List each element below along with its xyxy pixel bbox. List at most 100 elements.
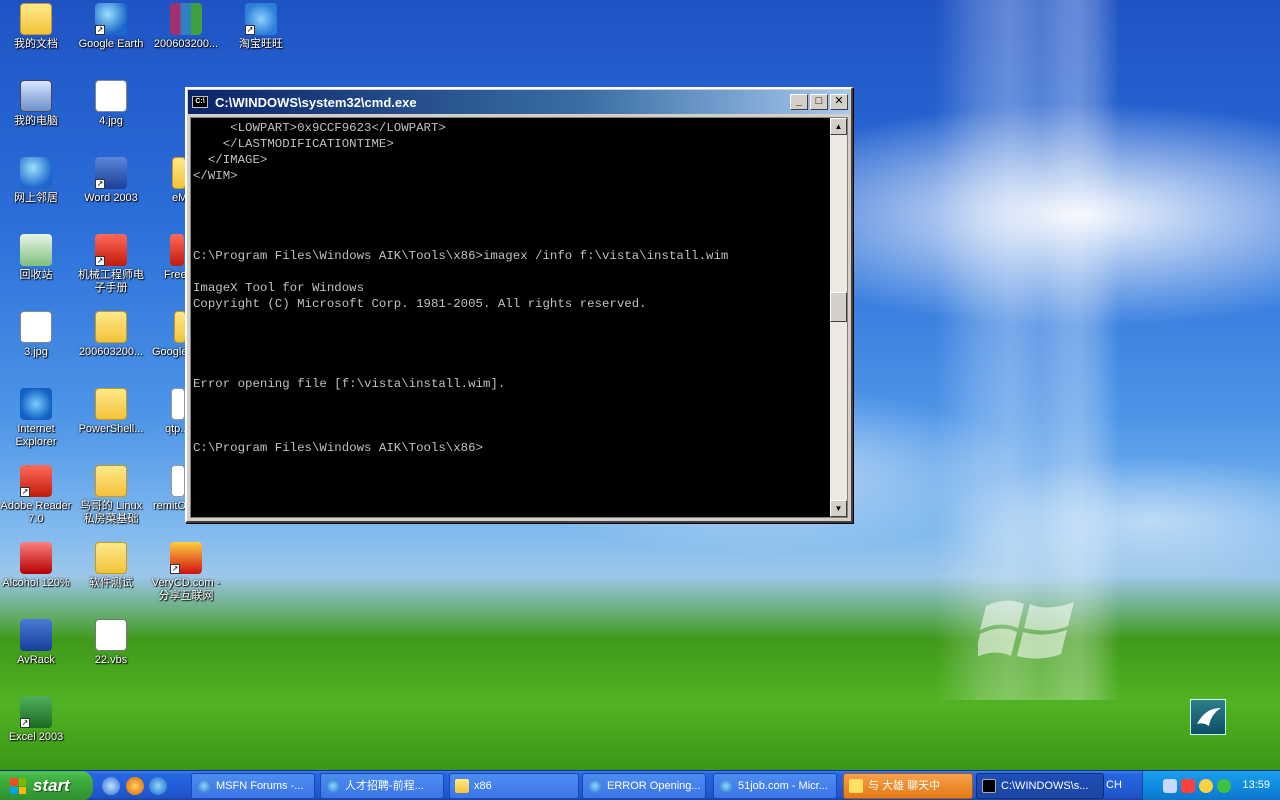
desktop-icon-folder-200603200a[interactable]: 200603200... xyxy=(148,3,224,51)
minimize-button[interactable]: _ xyxy=(790,94,808,110)
desktop-icon-excel[interactable]: ↗ Excel 2003 xyxy=(0,696,74,744)
maximize-button[interactable]: □ xyxy=(810,94,828,110)
desktop-icon-label: Word 2003 xyxy=(84,192,138,204)
scroll-thumb[interactable] xyxy=(830,292,847,322)
taskbar-button-label: 人才招聘-前程... xyxy=(345,780,424,792)
word-icon: ↗ xyxy=(95,157,127,189)
internet-explorer-icon xyxy=(20,388,52,420)
desktop-icon-label: VeryCD.com - 分享互联网 xyxy=(151,577,221,602)
cmd-app-icon[interactable]: C:\ xyxy=(192,96,208,108)
chat-icon xyxy=(849,779,863,793)
app-icon xyxy=(170,234,184,266)
folder-icon xyxy=(95,542,127,574)
pdf-file-icon xyxy=(171,465,185,497)
ie-icon xyxy=(719,779,733,793)
shortcut-arrow-icon: ↗ xyxy=(20,718,30,728)
desktop-icon-powershell[interactable]: PowerShell... xyxy=(73,388,149,436)
desktop-icon-google-earth[interactable]: ↗ Google Earth xyxy=(73,3,149,51)
desktop-icon-alcohol[interactable]: Alcohol 120% xyxy=(0,542,74,590)
floating-app-icon[interactable] xyxy=(1190,699,1226,735)
windows-logo-icon xyxy=(10,778,26,794)
desktop-icon-folder-200603200b[interactable]: 200603200... xyxy=(73,311,149,359)
desktop-icon-22-vbs[interactable]: 22.vbs xyxy=(73,619,149,667)
my-computer-icon xyxy=(20,80,52,112)
desktop-icon-my-documents[interactable]: 我的文档 xyxy=(0,3,74,51)
taskbar-button-chat[interactable]: 与 大雄 聊天中 xyxy=(843,773,973,799)
close-button[interactable]: ✕ xyxy=(830,94,848,110)
shortcut-arrow-icon: ↗ xyxy=(95,179,105,189)
desktop-icon-word[interactable]: ↗ Word 2003 xyxy=(73,157,149,205)
taskbar: start MSFN Forums -... 人才招聘-前程... x86 ER… xyxy=(0,770,1280,800)
ie-icon xyxy=(197,779,211,793)
shortcut-arrow-icon: ↗ xyxy=(20,487,30,497)
desktop-icon-network-places[interactable]: 网上邻居 xyxy=(0,157,74,205)
desktop-icon-recycle-bin[interactable]: 回收站 xyxy=(0,234,74,282)
desktop-icon-software-test[interactable]: 软件测试 xyxy=(73,542,149,590)
taskbar-button-msfn[interactable]: MSFN Forums -... xyxy=(191,773,315,799)
desktop-icon-my-computer[interactable]: 我的电脑 xyxy=(0,80,74,128)
jpg-file-icon xyxy=(20,311,52,343)
excel-icon: ↗ xyxy=(20,696,52,728)
taskbar-button-51job-cn[interactable]: 人才招聘-前程... xyxy=(320,773,444,799)
start-label: start xyxy=(33,776,70,795)
console-output[interactable]: <LOWPART>0x9CCF9623</LOWPART> </LASTMODI… xyxy=(193,120,831,518)
bird-icon xyxy=(1197,708,1221,726)
quick-launch-qq-icon[interactable] xyxy=(126,777,144,795)
vertical-scrollbar[interactable]: ▲ ▼ xyxy=(830,118,847,517)
window-title: C:\WINDOWS\system32\cmd.exe xyxy=(215,94,417,110)
taskbar-button-cmd[interactable]: C:\WINDOWS\s... xyxy=(976,773,1104,799)
cmd-window[interactable]: C:\ C:\WINDOWS\system32\cmd.exe _ □ ✕ <L… xyxy=(185,87,853,523)
shortcut-arrow-icon: ↗ xyxy=(170,564,180,574)
qq-tray-icon[interactable] xyxy=(1199,779,1213,793)
avrack-icon xyxy=(20,619,52,651)
desktop-icon-label: Internet Explorer xyxy=(15,423,57,448)
quick-launch-ie-icon[interactable] xyxy=(149,777,167,795)
desktop-icon-label: 机械工程师电子手册 xyxy=(78,269,144,294)
verycd-icon: ↗ xyxy=(170,542,202,574)
desktop-icon-verycd[interactable]: ↗ VeryCD.com - 分享互联网 xyxy=(148,542,224,603)
taskbar-button-label: 51job.com - Micr... xyxy=(738,780,828,792)
shortcut-arrow-icon: ↗ xyxy=(95,25,105,35)
scroll-down-button[interactable]: ▼ xyxy=(830,500,847,517)
my-documents-icon xyxy=(20,3,52,35)
ie-icon xyxy=(326,779,340,793)
taskbar-button-error-opening[interactable]: ERROR Opening... xyxy=(582,773,706,799)
quick-launch-desktop-icon[interactable] xyxy=(102,777,120,795)
network-icon[interactable] xyxy=(1163,779,1177,793)
taobao-wangwang-icon: ↗ xyxy=(245,3,277,35)
system-tray: 13:59 xyxy=(1142,771,1280,800)
taskbar-button-label: x86 xyxy=(474,780,492,792)
windows-logo-watermark-icon xyxy=(978,600,1074,659)
taskbar-button-x86-folder[interactable]: x86 xyxy=(449,773,579,799)
desktop-icon-label: 鸟哥的 Linux 私房菜基础 xyxy=(79,500,143,525)
console-area[interactable]: <LOWPART>0x9CCF9623</LOWPART> </LASTMODI… xyxy=(190,117,848,518)
desktop-icon-adobe-reader[interactable]: ↗ Adobe Reader 7.0 xyxy=(0,465,74,526)
desktop-icon-avrack[interactable]: AvRack xyxy=(0,619,74,667)
cmd-titlebar[interactable]: C:\ C:\WINDOWS\system32\cmd.exe _ □ ✕ xyxy=(188,90,850,114)
desktop-icon-internet-explorer[interactable]: Internet Explorer xyxy=(0,388,74,449)
cmd-icon xyxy=(982,779,996,793)
desktop-icon-3-jpg[interactable]: 3.jpg xyxy=(0,311,74,359)
desktop-icon-taobao-wangwang[interactable]: ↗ 淘宝旺旺 xyxy=(223,3,299,51)
folder-icon xyxy=(95,465,127,497)
email-icon xyxy=(172,157,186,189)
desktop-icon-label: 软件测试 xyxy=(89,577,133,589)
messenger-tray-icon[interactable] xyxy=(1217,779,1231,793)
start-button[interactable]: start xyxy=(0,771,93,800)
desktop-icon-label: 200603200... xyxy=(78,346,144,358)
pdf-file-icon xyxy=(171,388,185,420)
adobe-reader-icon: ↗ xyxy=(20,465,52,497)
shortcut-arrow-icon: ↗ xyxy=(245,25,255,35)
desktop-icon-mech-handbook[interactable]: ↗ 机械工程师电子手册 xyxy=(73,234,149,295)
ie-icon xyxy=(588,779,602,793)
clock[interactable]: 13:59 xyxy=(1242,779,1270,791)
desktop-icon-4-jpg[interactable]: 4.jpg xyxy=(73,80,149,128)
language-indicator[interactable]: CH xyxy=(1106,779,1122,791)
desktop-icon-label: PowerShell... xyxy=(78,423,144,435)
scroll-up-button[interactable]: ▲ xyxy=(830,118,847,135)
desktop-icon-linux-book[interactable]: 鸟哥的 Linux 私房菜基础 xyxy=(73,465,149,526)
antivirus-icon[interactable] xyxy=(1181,779,1195,793)
folder-icon xyxy=(95,311,127,343)
taskbar-button-51job[interactable]: 51job.com - Micr... xyxy=(713,773,837,799)
archive-icon xyxy=(170,3,202,35)
